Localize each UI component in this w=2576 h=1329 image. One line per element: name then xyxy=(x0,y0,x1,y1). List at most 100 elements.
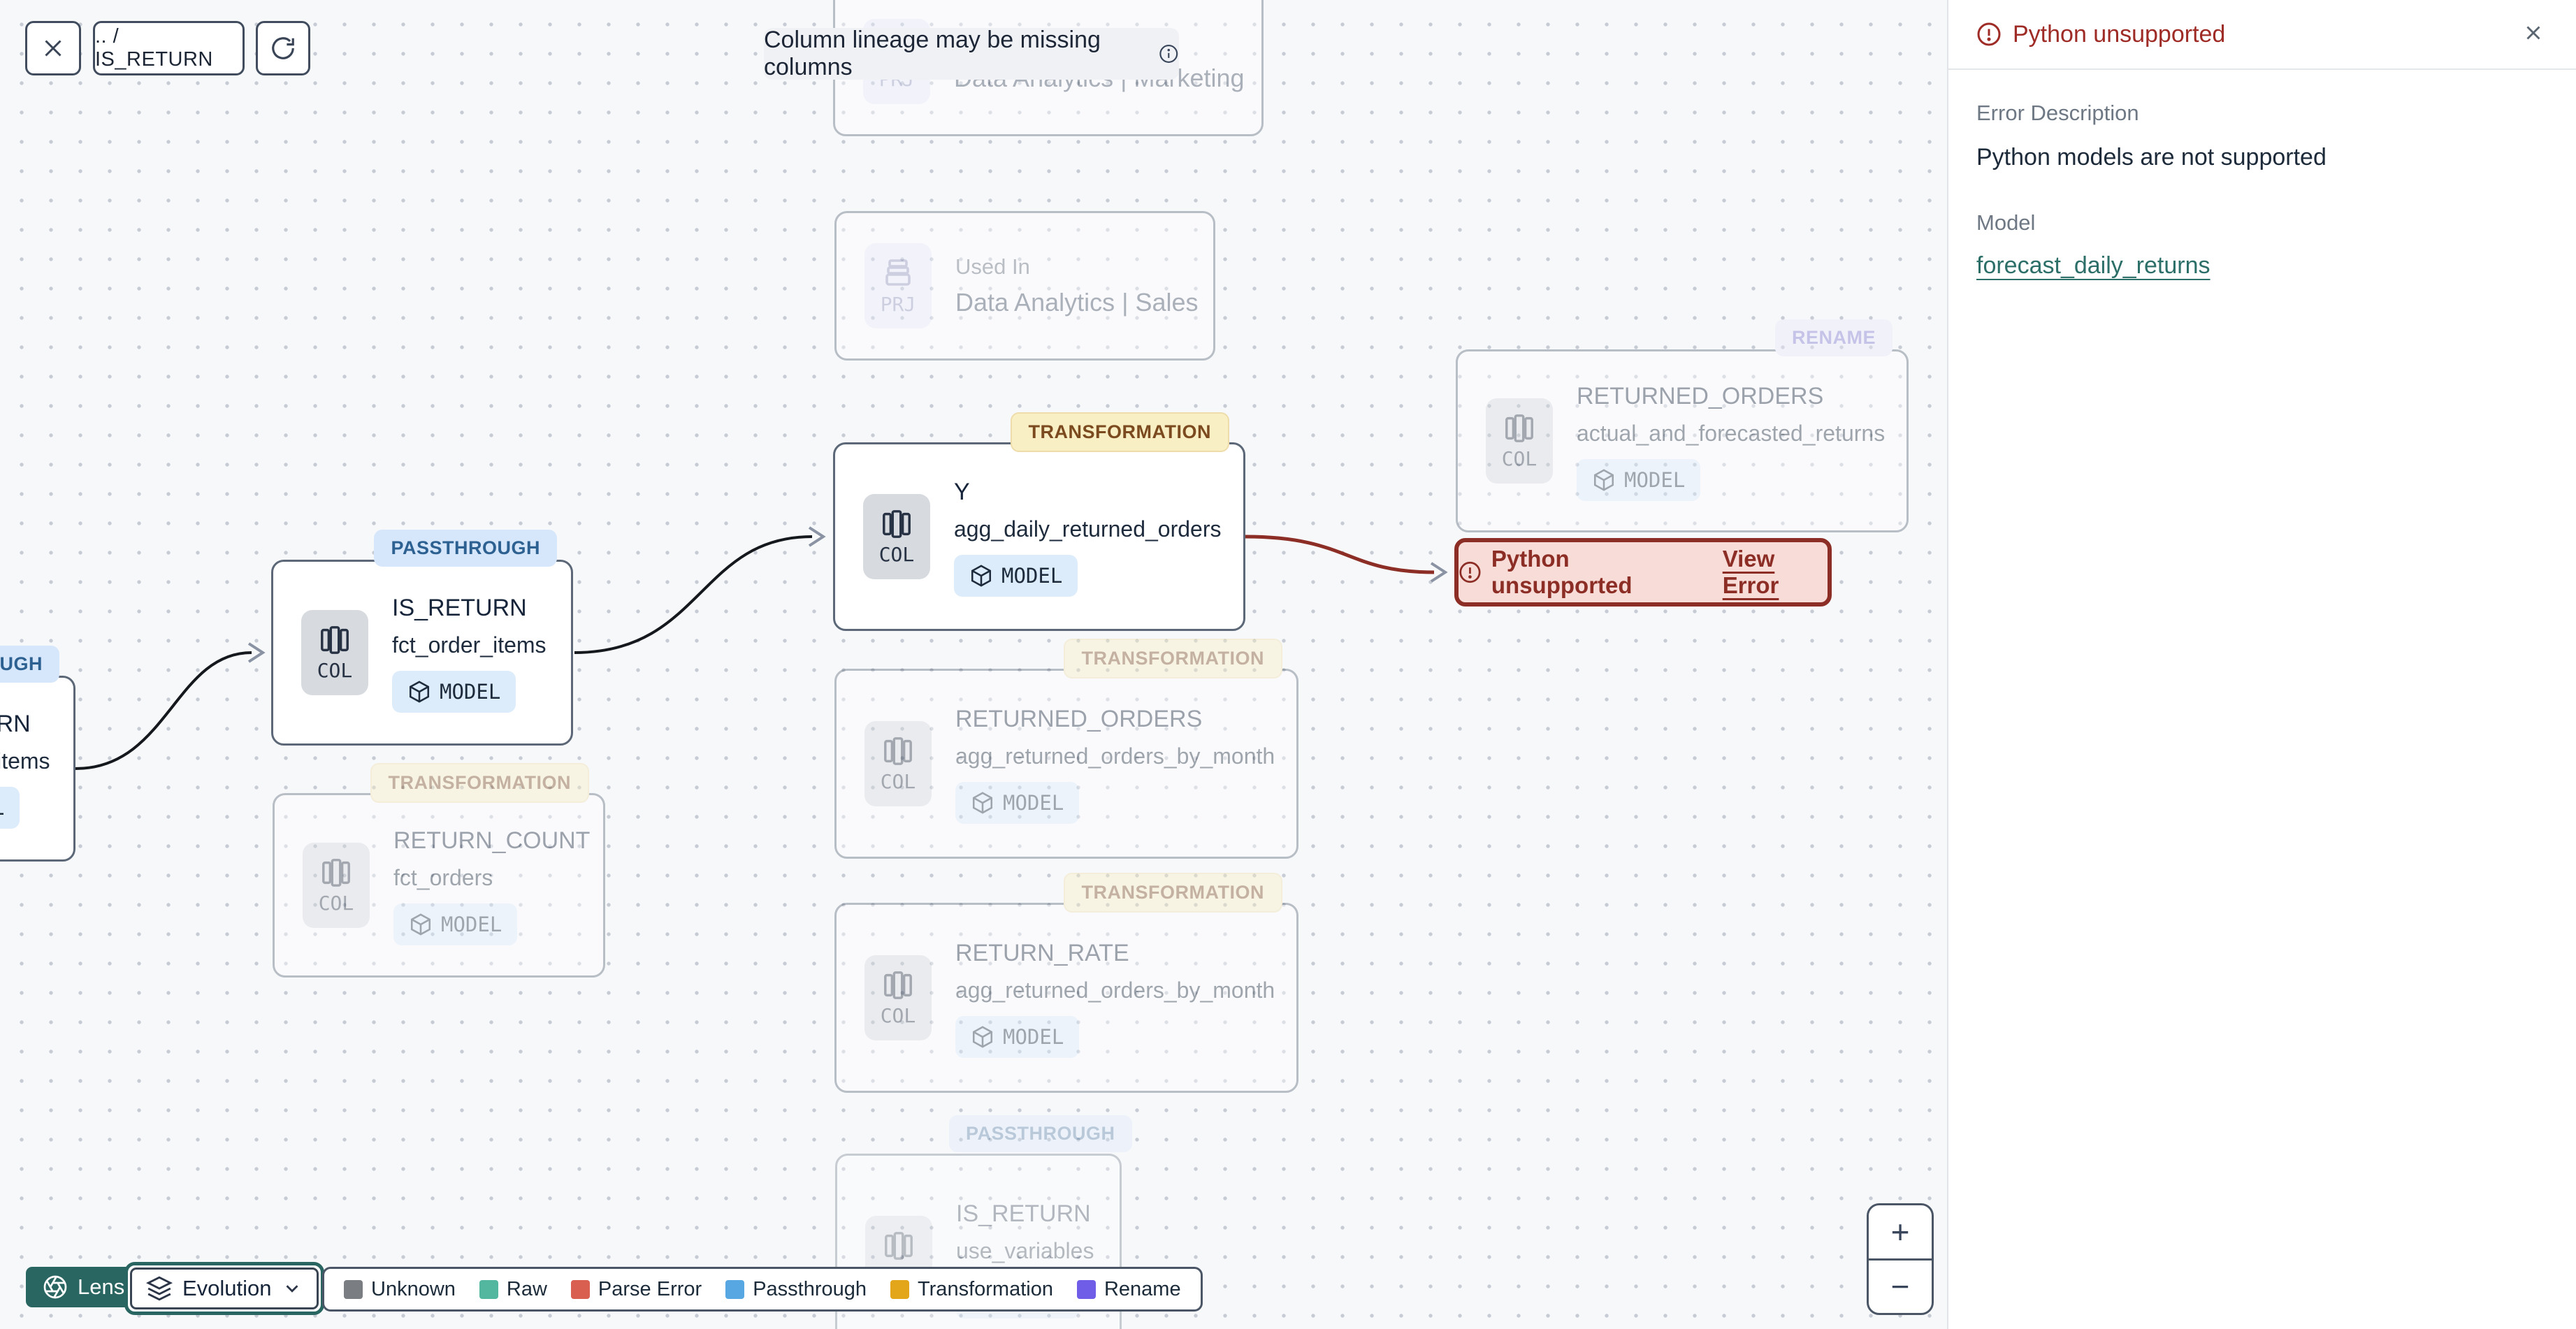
error-details-sidebar: Python unsupported Error Description Pyt… xyxy=(1948,0,2576,1329)
zoom-controls: + − xyxy=(1867,1203,1934,1315)
legend-item-rename: Rename xyxy=(1076,1278,1181,1301)
edge-y-to-error xyxy=(1245,535,1435,574)
close-lineage-button[interactable] xyxy=(25,21,81,75)
arrowhead-icon xyxy=(247,642,266,663)
layers-icon xyxy=(146,1276,173,1301)
lineage-legend: Unknown Raw Parse Error Passthrough Tran… xyxy=(322,1267,1203,1312)
breadcrumb[interactable]: .. / IS_RETURN xyxy=(93,21,245,75)
legend-label: Parse Error xyxy=(598,1277,702,1300)
model-chip: MODEL xyxy=(392,671,516,713)
sidebar-title: Python unsupported xyxy=(2013,20,2226,48)
zoom-out-button[interactable]: − xyxy=(1869,1261,1932,1314)
legend-item-passthrough: Passthrough xyxy=(725,1278,867,1301)
node-title: RETURNED_ORDERS xyxy=(1577,383,1824,409)
model-chip-label: MODEL xyxy=(1003,791,1064,815)
node-subtitle: Data Analytics | Sales xyxy=(955,288,1199,317)
project-icon: PRJ xyxy=(864,243,932,328)
arrowhead-icon xyxy=(1430,562,1448,583)
model-label: Model xyxy=(1976,210,2036,235)
sidebar-close-button[interactable] xyxy=(2521,21,2545,48)
cube-icon xyxy=(971,565,992,587)
close-icon xyxy=(2526,25,2540,40)
missing-columns-banner: Column lineage may be missing columns xyxy=(764,27,1179,80)
node-title: Y xyxy=(954,479,970,505)
legend-swatch xyxy=(890,1279,910,1299)
transformation-badge: TRANSFORMATION xyxy=(370,763,589,803)
column-icon: COL xyxy=(863,494,930,579)
lens-select-dropdown[interactable]: Evolution xyxy=(124,1262,324,1315)
model-chip-label: MODEL xyxy=(440,680,501,704)
banner-text: Column lineage may be missing columns xyxy=(764,27,1101,80)
chevron-down-icon xyxy=(286,1285,298,1293)
passthrough-badge: PASSTHROUGH xyxy=(374,530,557,567)
node-subtitle: fct_order_items xyxy=(0,748,50,774)
node-title: Used In xyxy=(955,254,1030,279)
node-returned-orders-forecasted[interactable]: RENAME COL RETURNED_ORDERS actual_and_fo… xyxy=(1456,319,1909,532)
icon-label: COL xyxy=(880,769,916,793)
legend-swatch xyxy=(344,1279,363,1299)
legend-item-parse-error: Parse Error xyxy=(570,1277,702,1301)
node-return-rate[interactable]: TRANSFORMATION COL RETURN_RATE agg_retur… xyxy=(834,873,1298,1093)
sidebar-header: Python unsupported xyxy=(1948,0,2576,70)
node-title: RETURN_RATE xyxy=(955,940,1129,966)
aperture-icon xyxy=(43,1275,67,1299)
node-return-count[interactable]: TRANSFORMATION COL RETURN_COUNT fct_orde… xyxy=(273,763,605,978)
column-icon: COL xyxy=(864,955,932,1040)
node-used-in-sales[interactable]: PRJ Used In Data Analytics | Sales xyxy=(834,211,1215,361)
column-icon: COL xyxy=(301,610,368,695)
model-chip-label: MODEL xyxy=(0,796,4,820)
icon-label: COL xyxy=(880,1003,916,1027)
refresh-icon xyxy=(272,37,294,59)
info-icon[interactable] xyxy=(1159,43,1179,65)
passthrough-badge: PASSTHROUGH xyxy=(949,1115,1132,1152)
icon-label: PRJ xyxy=(880,292,916,316)
column-icon: COL xyxy=(1486,398,1553,484)
model-chip-label: MODEL xyxy=(441,913,502,936)
cube-icon xyxy=(1593,469,1614,491)
node-title: RETURNED_ORDERS xyxy=(955,706,1203,732)
model-chip: MODEL xyxy=(955,1016,1080,1058)
model-chip: MODEL xyxy=(1577,459,1701,501)
node-title: RETURN_COUNT xyxy=(393,827,591,854)
alert-circle-icon xyxy=(1977,22,2001,46)
model-link[interactable]: forecast_daily_returns xyxy=(1976,252,2210,279)
python-unsupported-error-node[interactable]: Python unsupported View Error xyxy=(1454,538,1832,607)
close-icon xyxy=(45,40,61,57)
cube-icon xyxy=(972,1026,993,1048)
lens-selected-label: Evolution xyxy=(182,1276,272,1300)
column-lineage-app: .. / IS_RETURN Column lineage may be mis… xyxy=(0,0,2576,1329)
node-subtitle: fct_order_items xyxy=(392,632,547,658)
legend-swatch xyxy=(570,1279,590,1299)
breadcrumb-label: .. / IS_RETURN xyxy=(95,25,213,71)
legend-label: Passthrough xyxy=(753,1277,867,1300)
node-y-agg-daily-returned-orders[interactable]: TRANSFORMATION COL Y agg_daily_returned_… xyxy=(833,412,1245,631)
sidebar-body: Error Description Python models are not … xyxy=(1948,70,2576,279)
node-is-return-cutoff[interactable]: PASSTHROUGH COL IS_RETURN fct_order_item… xyxy=(0,646,75,862)
refresh-button[interactable] xyxy=(256,21,310,75)
legend-swatch xyxy=(725,1279,745,1299)
column-icon: COL xyxy=(303,843,370,928)
node-returned-orders-by-month[interactable]: TRANSFORMATION COL RETURNED_ORDERS agg_r… xyxy=(834,639,1298,859)
legend-label: Raw xyxy=(506,1277,547,1300)
node-subtitle: agg_returned_orders_by_month xyxy=(955,978,1275,1003)
legend-item-transformation: Transformation xyxy=(890,1278,1053,1301)
view-error-link[interactable]: View Error xyxy=(1723,546,1828,599)
node-is-return-fct-order-items[interactable]: PASSTHROUGH COL IS_RETURN fct_order_item… xyxy=(271,530,573,746)
legend-swatch xyxy=(1076,1279,1096,1299)
lineage-canvas[interactable]: .. / IS_RETURN Column lineage may be mis… xyxy=(0,0,1948,1329)
legend-label: Unknown xyxy=(371,1277,456,1300)
error-description-value: Python models are not supported xyxy=(1976,144,2327,170)
node-subtitle: use_variables xyxy=(956,1238,1094,1263)
node-title: IS_RETURN xyxy=(956,1200,1091,1227)
legend-item-unknown: Unknown xyxy=(344,1278,456,1301)
zoom-in-button[interactable]: + xyxy=(1869,1205,1932,1261)
model-chip-label: MODEL xyxy=(1624,468,1686,492)
model-chip: MODEL xyxy=(955,782,1080,824)
legend-label: Transformation xyxy=(918,1277,1053,1300)
transformation-badge: TRANSFORMATION xyxy=(1063,873,1282,913)
node-subtitle: fct_orders xyxy=(393,865,493,890)
rename-badge: RENAME xyxy=(1774,319,1893,356)
alert-circle-icon xyxy=(1459,561,1481,583)
cube-icon xyxy=(410,913,431,936)
node-subtitle: actual_and_forecasted_returns xyxy=(1577,421,1886,446)
